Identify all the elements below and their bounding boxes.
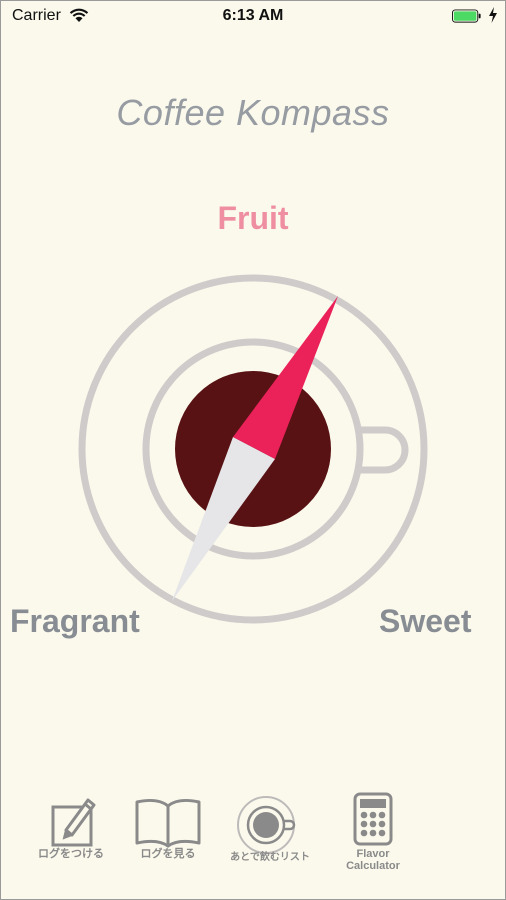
tab-label-drink-later: あとで飲むリスト: [230, 852, 310, 863]
pencil-note-icon: [51, 798, 96, 847]
tab-flavor-calculator[interactable]: Flavor Calculator: [318, 790, 428, 872]
tab-view-log[interactable]: ログを見る: [113, 790, 223, 860]
open-book-icon: [135, 798, 201, 848]
tab-log-entry[interactable]: ログをつける: [16, 790, 126, 860]
tab-drink-later[interactable]: あとで飲むリスト: [215, 790, 325, 864]
tab-label-flavor-calculator: Flavor Calculator: [346, 848, 400, 872]
coffee-cup-icon: [237, 796, 296, 854]
cup-handle: [358, 426, 409, 474]
tab-label-log-entry: ログをつける: [38, 848, 104, 860]
flavor-label-sweet: Sweet: [379, 603, 472, 639]
tab-label-view-log: ログを見る: [140, 848, 196, 860]
tab-bar: ログをつける ログを見る あとで飲むリスト Flavor Calculator: [0, 790, 506, 900]
flavor-label-fragrant: Fragrant: [10, 603, 140, 639]
flavor-compass[interactable]: [0, 0, 506, 900]
calculator-icon: [353, 792, 393, 846]
